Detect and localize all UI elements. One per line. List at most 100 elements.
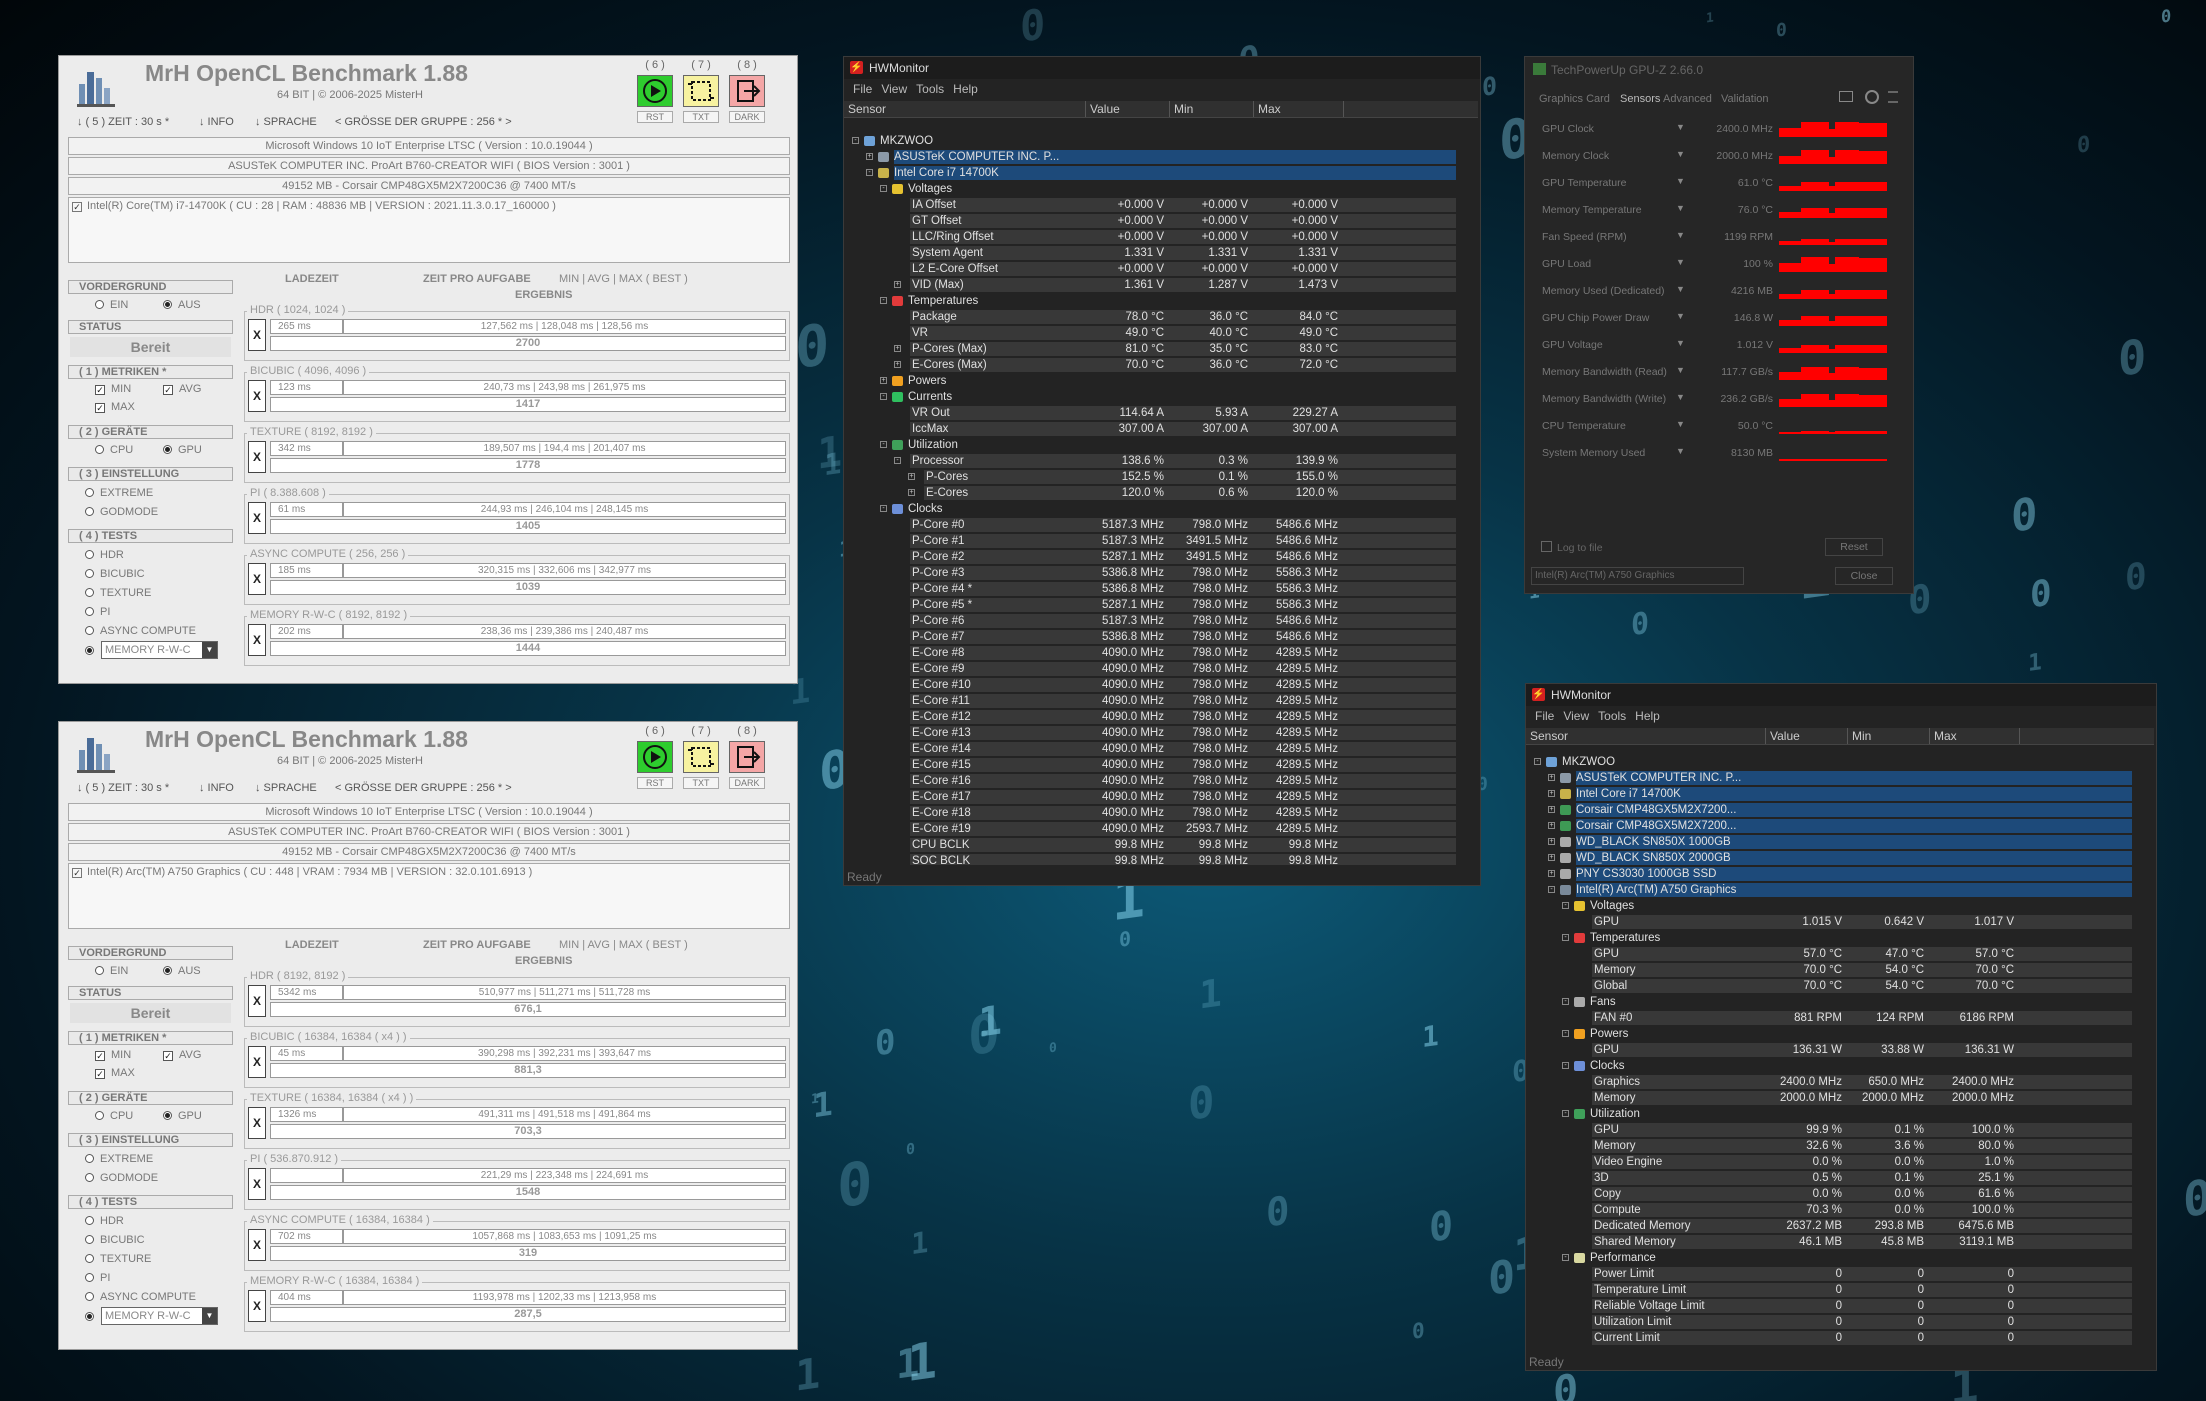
sensor-row[interactable]: E-Core #12 4090.0 MHz 798.0 MHz 4289.5 MHz xyxy=(844,709,1466,725)
test-option-4[interactable]: ASYNC COMPUTE xyxy=(85,625,196,637)
tree-node[interactable]: + ASUSTeK COMPUTER INC. P... xyxy=(844,149,1466,165)
test-toggle-button[interactable]: X xyxy=(248,563,266,595)
test-option-0[interactable]: HDR xyxy=(85,549,124,561)
metric-max-checkbox[interactable]: ✓ MAX xyxy=(95,1067,135,1079)
chevron-down-icon[interactable]: ▼ xyxy=(1676,446,1685,456)
chevron-down-icon[interactable]: ▼ xyxy=(1676,284,1685,294)
device-select[interactable]: Intel(R) Arc(TM) A750 Graphics xyxy=(1531,567,1744,585)
menu-item-0[interactable]: ↓ ( 5 ) ZEIT : 30 s * xyxy=(77,116,169,128)
tab-validation[interactable]: Validation xyxy=(1721,93,1769,105)
test-toggle-button[interactable]: X xyxy=(248,1229,266,1261)
device-gpu-option[interactable]: GPU xyxy=(163,444,202,456)
tree-node[interactable]: + Corsair CMP48GX5M2X7200... xyxy=(1526,802,2142,818)
test-option-3[interactable]: PI xyxy=(85,606,110,618)
metric-min-checkbox[interactable]: ✓ MIN xyxy=(95,383,131,395)
expand-icon[interactable]: + xyxy=(1548,806,1555,813)
menu-file[interactable]: File xyxy=(1535,706,1554,726)
menu-icon[interactable] xyxy=(1888,91,1898,103)
run-button[interactable] xyxy=(637,75,673,107)
memory-test-select[interactable]: MEMORY R-W-C ▼ xyxy=(101,1307,218,1325)
sensor-row[interactable]: VR Out 114.64 A 5.93 A 229.27 A xyxy=(844,405,1466,421)
device-cpu-option[interactable]: CPU xyxy=(95,444,133,456)
tree-node[interactable]: - Currents xyxy=(844,389,1466,405)
sensor-row[interactable]: Utilization Limit 0 0 0 xyxy=(1526,1314,2142,1330)
menu-view[interactable]: View xyxy=(881,79,907,99)
test-toggle-button[interactable]: X xyxy=(248,441,266,473)
close-button[interactable]: Close xyxy=(1835,567,1893,585)
sensor-row[interactable]: E-Core #18 4090.0 MHz 798.0 MHz 4289.5 MHz xyxy=(844,805,1466,821)
expand-icon[interactable]: + xyxy=(908,489,915,496)
menu-item-0[interactable]: ↓ ( 5 ) ZEIT : 30 s * xyxy=(77,782,169,794)
memory-test-select[interactable]: MEMORY R-W-C ▼ xyxy=(101,641,218,659)
sensor-row[interactable]: SOC BCLK 99.8 MHz 99.8 MHz 99.8 MHz xyxy=(844,853,1466,865)
sensor-row[interactable]: P-Core #0 5187.3 MHz 798.0 MHz 5486.6 MHz xyxy=(844,517,1466,533)
menu-item-2[interactable]: ↓ SPRACHE xyxy=(255,116,317,128)
test-option-2[interactable]: TEXTURE xyxy=(85,587,151,599)
sensor-row[interactable]: GPU 136.31 W 33.88 W 136.31 W xyxy=(1526,1042,2142,1058)
collapse-icon[interactable]: - xyxy=(1562,1062,1569,1069)
menu-item-2[interactable]: ↓ SPRACHE xyxy=(255,782,317,794)
chevron-down-icon[interactable]: ▼ xyxy=(1676,338,1685,348)
setting-godmode-option[interactable]: GODMODE xyxy=(85,1172,158,1184)
column-min[interactable]: Min xyxy=(1170,101,1254,117)
metric-avg-checkbox[interactable]: ✓ AVG xyxy=(163,383,201,395)
sensor-row[interactable]: E-Core #15 4090.0 MHz 798.0 MHz 4289.5 MHz xyxy=(844,757,1466,773)
tree-node[interactable]: + Intel Core i7 14700K xyxy=(1526,786,2142,802)
column-max[interactable]: Max xyxy=(1930,728,2020,744)
test-toggle-button[interactable]: X xyxy=(248,1046,266,1078)
test-toggle-button[interactable]: X xyxy=(248,380,266,412)
menu-view[interactable]: View xyxy=(1563,706,1589,726)
sensor-row[interactable]: Video Engine 0.0 % 0.0 % 1.0 % xyxy=(1526,1154,2142,1170)
menu-help[interactable]: Help xyxy=(1635,706,1660,726)
tree-node[interactable]: - Fans xyxy=(1526,994,2142,1010)
collapse-icon[interactable]: - xyxy=(1562,1254,1569,1261)
chevron-down-icon[interactable]: ▼ xyxy=(1676,122,1685,132)
column-max[interactable]: Max xyxy=(1254,101,1344,117)
tree-node[interactable]: - Performance xyxy=(1526,1250,2142,1266)
tree-node[interactable]: - Voltages xyxy=(1526,898,2142,914)
metric-min-checkbox[interactable]: ✓ MIN xyxy=(95,1049,131,1061)
test-toggle-button[interactable]: X xyxy=(248,1107,266,1139)
chevron-down-icon[interactable]: ▼ xyxy=(1676,230,1685,240)
expand-icon[interactable]: + xyxy=(1548,838,1555,845)
sensor-row[interactable]: System Agent 1.331 V 1.331 V 1.331 V xyxy=(844,245,1466,261)
sensor-row[interactable]: CPU BCLK 99.8 MHz 99.8 MHz 99.8 MHz xyxy=(844,837,1466,853)
sensor-row[interactable]: GPU 57.0 °C 47.0 °C 57.0 °C xyxy=(1526,946,2142,962)
tree-node[interactable]: + Powers xyxy=(844,373,1466,389)
exit-button[interactable] xyxy=(729,741,765,773)
device-cpu-option[interactable]: CPU xyxy=(95,1110,133,1122)
sensor-row[interactable]: P-Core #1 5187.3 MHz 3491.5 MHz 5486.6 MHz xyxy=(844,533,1466,549)
chevron-down-icon[interactable]: ▼ xyxy=(1676,419,1685,429)
foreground-ein-option[interactable]: EIN xyxy=(95,299,128,311)
collapse-icon[interactable]: - xyxy=(1562,998,1569,1005)
column-value[interactable]: Value xyxy=(1086,101,1170,117)
metric-max-checkbox[interactable]: ✓ MAX xyxy=(95,401,135,413)
tree-node[interactable]: - Utilization xyxy=(844,437,1466,453)
chevron-down-icon[interactable]: ▼ xyxy=(1676,311,1685,321)
exit-button[interactable] xyxy=(729,75,765,107)
sensor-row[interactable]: Graphics 2400.0 MHz 650.0 MHz 2400.0 MHz xyxy=(1526,1074,2142,1090)
expand-icon[interactable]: + xyxy=(894,345,901,352)
sensor-row[interactable]: + VID (Max) 1.361 V 1.287 V 1.473 V xyxy=(844,277,1466,293)
column-sensor[interactable]: Sensor xyxy=(1526,728,1766,744)
sensor-row[interactable]: P-Core #5 * 5287.1 MHz 798.0 MHz 5586.3 MHz xyxy=(844,597,1466,613)
sensor-row[interactable]: E-Core #19 4090.0 MHz 2593.7 MHz 4289.5 MHz xyxy=(844,821,1466,837)
collapse-icon[interactable]: - xyxy=(1548,886,1555,893)
expand-icon[interactable]: + xyxy=(1548,774,1555,781)
menu-item-1[interactable]: ↓ INFO xyxy=(199,116,234,128)
tree-node[interactable]: - Temperatures xyxy=(844,293,1466,309)
sensor-row[interactable]: FAN #0 881 RPM 124 RPM 6186 RPM xyxy=(1526,1010,2142,1026)
sensor-row[interactable]: Copy 0.0 % 0.0 % 61.6 % xyxy=(1526,1186,2142,1202)
collapse-icon[interactable]: - xyxy=(852,137,859,144)
tab-sensors[interactable]: Sensors xyxy=(1620,93,1660,105)
menu-tools[interactable]: Tools xyxy=(916,79,944,99)
sensor-row[interactable]: - Processor 138.6 % 0.3 % 139.9 % xyxy=(844,453,1466,469)
sensor-row[interactable]: Power Limit 0 0 0 xyxy=(1526,1266,2142,1282)
tab-advanced[interactable]: Advanced xyxy=(1663,93,1712,105)
sensor-row[interactable]: E-Core #14 4090.0 MHz 798.0 MHz 4289.5 MHz xyxy=(844,741,1466,757)
tree-node[interactable]: - Powers xyxy=(1526,1026,2142,1042)
sensor-row[interactable]: E-Core #9 4090.0 MHz 798.0 MHz 4289.5 MHz xyxy=(844,661,1466,677)
test-option-memory[interactable] xyxy=(85,645,100,657)
menu-item-1[interactable]: ↓ INFO xyxy=(199,782,234,794)
sensor-row[interactable]: E-Core #10 4090.0 MHz 798.0 MHz 4289.5 MHz xyxy=(844,677,1466,693)
